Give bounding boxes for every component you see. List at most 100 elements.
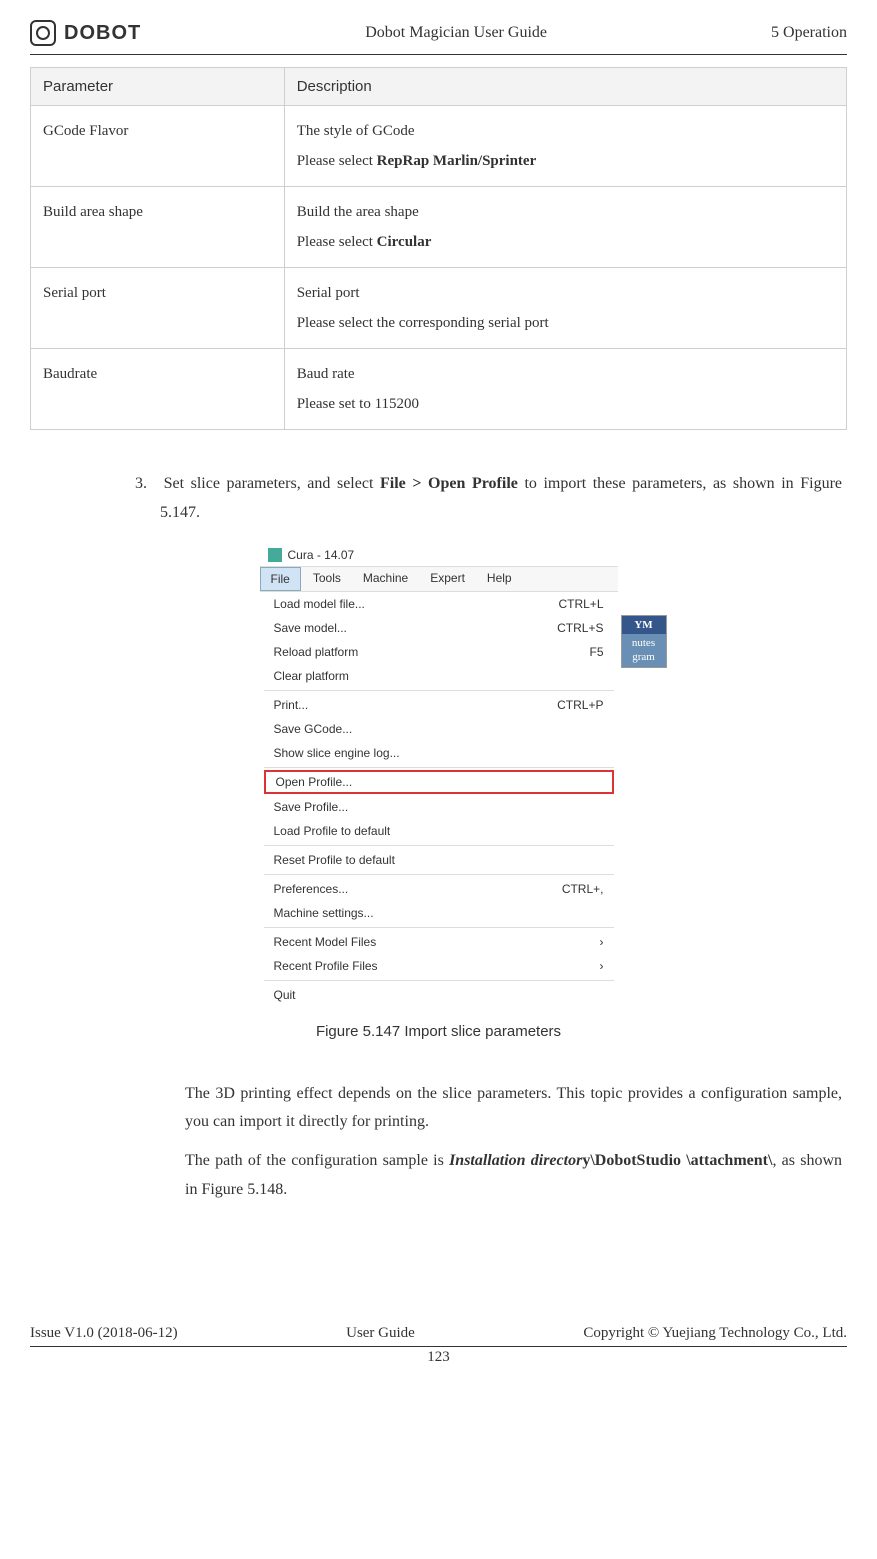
table-row: Baudrate Baud rate Please set to 115200	[31, 349, 847, 430]
param-desc: Baud rate Please set to 115200	[284, 349, 846, 430]
figure-caption: Figure 5.147 Import slice parameters	[30, 1023, 847, 1040]
doc-title: Dobot Magician User Guide	[365, 24, 547, 42]
desc-bold: RepRap Marlin/Sprinter	[377, 153, 537, 169]
menu-machine[interactable]: Machine	[353, 567, 418, 591]
desc-line: Build the area shape	[297, 204, 419, 220]
body-paragraph-1: The 3D printing effect depends on the sl…	[185, 1080, 842, 1138]
step-text-pre: Set slice parameters, and select	[164, 475, 380, 492]
cura-window: Cura - 14.07 File Tools Machine Expert H…	[259, 543, 619, 1008]
badge-line: gram	[624, 650, 664, 664]
file-menu-dropdown: Load model file... CTRL+L Save model... CTR…	[260, 592, 618, 1007]
menu-item-label: Save model...	[274, 621, 347, 635]
page-number: 123	[30, 1347, 847, 1366]
menu-item[interactable]: Machine settings...	[260, 901, 618, 925]
menu-item[interactable]: Reload platformF5	[260, 640, 618, 664]
menu-item[interactable]: Save GCode...	[260, 717, 618, 741]
desc-bold: Circular	[377, 234, 432, 250]
menu-separator	[264, 874, 614, 875]
menu-item[interactable]: Save model... CTRL+S	[260, 616, 618, 640]
param-desc: Build the area shape Please select Circu…	[284, 187, 846, 268]
menu-item[interactable]: Preferences... CTRL+,	[260, 877, 618, 901]
cura-screenshot: Cura - 14.07 File Tools Machine Expert H…	[259, 543, 619, 1008]
menu-item-label: Quit	[274, 988, 296, 1002]
menu-item[interactable]: Show slice engine log...	[260, 741, 618, 765]
logo-text: DOBOT	[64, 22, 141, 45]
param-desc: The style of GCode Please select RepRap …	[284, 106, 846, 187]
dobot-logo-icon	[30, 20, 56, 46]
menu-item-shortcut: CTRL+P	[557, 698, 603, 712]
menu-item-shortcut: ›	[600, 959, 604, 973]
menu-item-label: Machine settings...	[274, 906, 374, 920]
menu-item-label: Preferences...	[274, 882, 349, 896]
param-name: GCode Flavor	[31, 106, 285, 187]
menu-item[interactable]: Clear platform	[260, 664, 618, 688]
body-paragraph-2: The path of the configuration sample is …	[185, 1147, 842, 1205]
desc-pre: Please select the corresponding serial p…	[297, 315, 549, 331]
menu-item-label: Show slice engine log...	[274, 746, 400, 760]
menu-expert[interactable]: Expert	[420, 567, 475, 591]
menu-item[interactable]: Recent Model Files ›	[260, 930, 618, 954]
menu-item-label: Load model file...	[274, 597, 365, 611]
menu-item[interactable]: Print...CTRL+P	[260, 693, 618, 717]
menu-item-label: Load Profile to default	[274, 824, 391, 838]
p2-bold: y\DobotStudio \attachment\	[582, 1152, 772, 1169]
badge-line: nutes	[624, 636, 664, 650]
menu-item-label: Reset Profile to default	[274, 853, 395, 867]
menu-separator	[264, 845, 614, 846]
menu-help[interactable]: Help	[477, 567, 522, 591]
menu-file[interactable]: File	[260, 567, 301, 591]
menu-item-shortcut: CTRL+S	[557, 621, 603, 635]
menubar: File Tools Machine Expert Help	[260, 567, 618, 592]
desc-line: The style of GCode	[297, 123, 415, 139]
p2-pre: The path of the configuration sample is	[185, 1152, 449, 1169]
table-row: GCode Flavor The style of GCode Please s…	[31, 106, 847, 187]
parameter-table: Parameter Description GCode Flavor The s…	[30, 67, 847, 430]
menu-item[interactable]: Save Profile...	[260, 795, 618, 819]
table-row: Serial port Serial port Please select th…	[31, 268, 847, 349]
menu-item-shortcut: CTRL+,	[562, 882, 604, 896]
footer-issue: Issue V1.0 (2018-06-12)	[30, 1325, 178, 1342]
param-desc: Serial port Please select the correspond…	[284, 268, 846, 349]
desc-line: Baud rate	[297, 366, 355, 382]
step-text-bold: File > Open Profile	[380, 475, 518, 492]
menu-item-label: Recent Model Files	[274, 935, 377, 949]
logo-area: DOBOT	[30, 20, 141, 46]
menu-item[interactable]: Reset Profile to default	[260, 848, 618, 872]
menu-separator	[264, 927, 614, 928]
menu-item[interactable]: Open Profile...	[264, 770, 614, 794]
app-icon	[268, 548, 282, 562]
desc-pre: Please select	[297, 234, 377, 250]
menu-item-shortcut: F5	[589, 645, 603, 659]
menu-item-label: Save Profile...	[274, 800, 349, 814]
desc-pre: Please set to 115200	[297, 396, 419, 412]
footer-copyright: Copyright © Yuejiang Technology Co., Ltd…	[583, 1325, 847, 1342]
param-name: Build area shape	[31, 187, 285, 268]
footer-guide: User Guide	[346, 1325, 415, 1342]
col-description: Description	[284, 68, 846, 106]
desc-pre: Please select	[297, 153, 377, 169]
col-parameter: Parameter	[31, 68, 285, 106]
page-footer: Issue V1.0 (2018-06-12) User Guide Copyr…	[30, 1325, 847, 1366]
window-title: Cura - 14.07	[288, 548, 355, 562]
menu-item-shortcut: CTRL+L	[558, 597, 603, 611]
desc-line: Serial port	[297, 285, 360, 301]
menu-item-label: Open Profile...	[276, 775, 353, 789]
step-number: 3.	[135, 475, 147, 492]
menu-item[interactable]: Load model file... CTRL+L	[260, 592, 618, 616]
menu-separator	[264, 690, 614, 691]
menu-item[interactable]: Load Profile to default	[260, 819, 618, 843]
menu-item[interactable]: Quit	[260, 983, 618, 1007]
p2-italic: Installation director	[449, 1152, 582, 1169]
menu-item-label: Save GCode...	[274, 722, 353, 736]
menu-tools[interactable]: Tools	[303, 567, 351, 591]
table-row: Build area shape Build the area shape Pl…	[31, 187, 847, 268]
menu-separator	[264, 980, 614, 981]
menu-item[interactable]: Recent Profile Files ›	[260, 954, 618, 978]
badge-header: YM	[622, 616, 666, 634]
doc-section: 5 Operation	[771, 24, 847, 42]
param-name: Baudrate	[31, 349, 285, 430]
titlebar: Cura - 14.07	[260, 544, 618, 567]
menu-item-shortcut: ›	[600, 935, 604, 949]
menu-item-label: Recent Profile Files	[274, 959, 378, 973]
param-name: Serial port	[31, 268, 285, 349]
